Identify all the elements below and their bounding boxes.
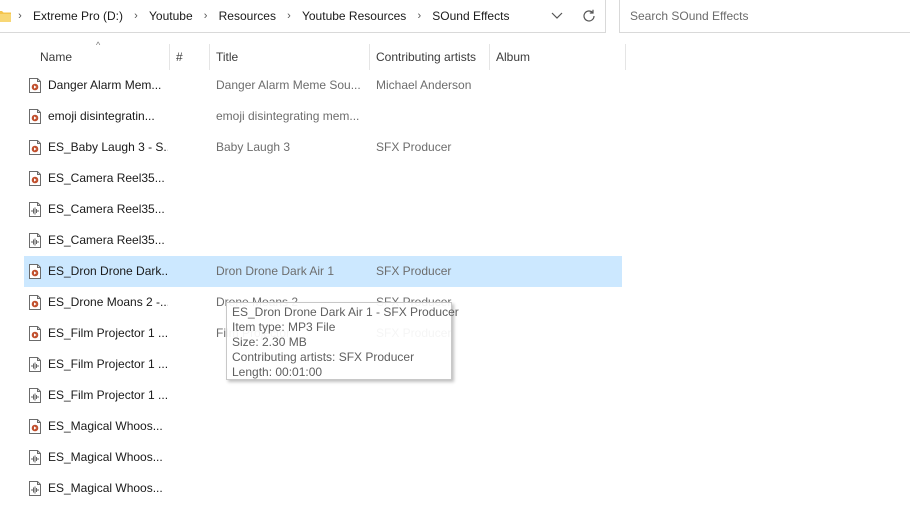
audio-file-icon xyxy=(28,419,42,434)
chevron-right-icon[interactable]: › xyxy=(282,10,296,22)
folder-icon xyxy=(0,10,13,22)
file-artist xyxy=(376,194,486,225)
file-row[interactable]: ES_Camera Reel35... xyxy=(24,194,622,225)
chevron-right-icon[interactable]: › xyxy=(129,10,143,22)
breadcrumb-item-youtube[interactable]: Youtube xyxy=(143,9,199,23)
file-name: ES_Magical Whoos... xyxy=(48,419,163,433)
refresh-icon[interactable] xyxy=(573,0,605,32)
file-title: emoji disintegrating mem... xyxy=(216,109,360,123)
column-number[interactable]: # xyxy=(170,44,210,70)
file-artist xyxy=(376,473,486,504)
audio-file-icon xyxy=(28,326,42,341)
file-artist: Michael Anderson xyxy=(376,78,472,92)
file-name: ES_Baby Laugh 3 - S... xyxy=(48,140,168,154)
file-artist: SFX Producer xyxy=(376,140,452,154)
column-name[interactable]: Name xyxy=(34,44,170,70)
column-contributing-artists[interactable]: Contributing artists xyxy=(370,44,490,70)
file-name: ES_Film Projector 1 ... xyxy=(48,388,168,402)
file-title xyxy=(216,473,368,504)
file-name: ES_Dron Drone Dark... xyxy=(48,264,168,278)
file-row[interactable]: ES_Film Projector 1 ... xyxy=(24,380,622,411)
file-title: Danger Alarm Meme Sou... xyxy=(216,78,361,92)
file-title xyxy=(216,194,368,225)
waveform-file-icon xyxy=(28,233,42,248)
file-artist: SFX Producer xyxy=(376,264,452,278)
file-artist xyxy=(376,101,486,132)
file-row[interactable]: ES_Magical Whoos... xyxy=(24,473,622,504)
audio-file-icon xyxy=(28,109,42,124)
audio-file-icon xyxy=(28,295,42,310)
breadcrumb-item-drive[interactable]: Extreme Pro (D:) xyxy=(27,9,129,23)
file-title: Baby Laugh 3 xyxy=(216,140,291,154)
tooltip-title: ES_Dron Drone Dark Air 1 - SFX Producer xyxy=(232,305,459,319)
file-title xyxy=(216,380,368,411)
file-row[interactable]: emoji disintegratin... emoji disintegrati… xyxy=(24,101,622,132)
file-title: Dron Drone Dark Air 1 xyxy=(216,264,335,278)
file-artist xyxy=(376,225,486,256)
waveform-file-icon xyxy=(28,202,42,217)
file-list: Danger Alarm Mem... Danger Alarm Meme Sou… xyxy=(24,70,622,504)
file-name: Danger Alarm Mem... xyxy=(48,78,162,92)
file-title xyxy=(216,442,368,473)
breadcrumb-item-youtube-resources[interactable]: Youtube Resources xyxy=(296,9,412,23)
audio-file-icon xyxy=(28,171,42,186)
chevron-down-icon[interactable] xyxy=(541,0,573,32)
search-box[interactable] xyxy=(619,0,910,33)
tooltip-size: Size: 2.30 MB xyxy=(232,335,307,349)
file-row[interactable]: ES_Dron Drone Dark... Dron Drone Dark Air… xyxy=(24,256,622,287)
waveform-file-icon xyxy=(28,357,42,372)
tooltip-item-type: Item type: MP3 File xyxy=(232,320,336,334)
file-row[interactable]: ES_Camera Reel35... xyxy=(24,225,622,256)
waveform-file-icon xyxy=(28,450,42,465)
column-header: ^ Name # Title Contributing artists Albu… xyxy=(0,40,626,70)
chevron-right-icon[interactable]: › xyxy=(13,10,27,22)
file-artist xyxy=(376,442,486,473)
audio-file-icon xyxy=(28,78,42,93)
file-row[interactable]: ES_Magical Whoos... xyxy=(24,411,622,442)
file-name: ES_Magical Whoos... xyxy=(48,450,163,464)
file-title xyxy=(216,411,368,442)
file-row[interactable]: ES_Baby Laugh 3 - S... Baby Laugh 3 SFX Pr… xyxy=(24,132,622,163)
breadcrumb-item-sound-effects[interactable]: SOund Effects xyxy=(426,9,515,23)
file-row[interactable]: ES_Magical Whoos... xyxy=(24,442,622,473)
chevron-right-icon[interactable]: › xyxy=(412,10,426,22)
file-name: ES_Drone Moans 2 -... xyxy=(48,295,168,309)
column-title[interactable]: Title xyxy=(210,44,370,70)
file-name: ES_Camera Reel35... xyxy=(48,233,165,247)
file-title xyxy=(216,225,368,256)
waveform-file-icon xyxy=(28,481,42,496)
file-row[interactable]: Danger Alarm Mem... Danger Alarm Meme Sou… xyxy=(24,70,622,101)
breadcrumb-item-resources[interactable]: Resources xyxy=(213,9,282,23)
file-artist xyxy=(376,380,486,411)
file-name: emoji disintegratin... xyxy=(48,109,155,123)
file-title xyxy=(216,163,368,194)
search-input[interactable] xyxy=(628,8,910,24)
audio-file-icon xyxy=(28,264,42,279)
file-name: ES_Film Projector 1 ... xyxy=(48,357,168,371)
waveform-file-icon xyxy=(28,388,42,403)
file-name: ES_Camera Reel35... xyxy=(48,202,165,216)
file-row[interactable]: ES_Camera Reel35... xyxy=(24,163,622,194)
tooltip-length: Length: 00:01:00 xyxy=(232,365,323,379)
address-bar[interactable]: › Extreme Pro (D:) › Youtube › Resources… xyxy=(0,0,606,33)
tooltip-artists: Contributing artists: SFX Producer xyxy=(232,350,415,364)
column-album[interactable]: Album xyxy=(490,44,626,70)
breadcrumb: › Extreme Pro (D:) › Youtube › Resources… xyxy=(13,0,515,32)
file-info-tooltip: ES_Dron Drone Dark Air 1 - SFX Producer … xyxy=(226,302,459,380)
file-name: ES_Camera Reel35... xyxy=(48,171,165,185)
chevron-right-icon[interactable]: › xyxy=(199,10,213,22)
file-artist xyxy=(376,411,486,442)
file-name: ES_Film Projector 1 ... xyxy=(48,326,168,340)
file-artist xyxy=(376,163,486,194)
audio-file-icon xyxy=(28,140,42,155)
file-name: ES_Magical Whoos... xyxy=(48,481,163,495)
